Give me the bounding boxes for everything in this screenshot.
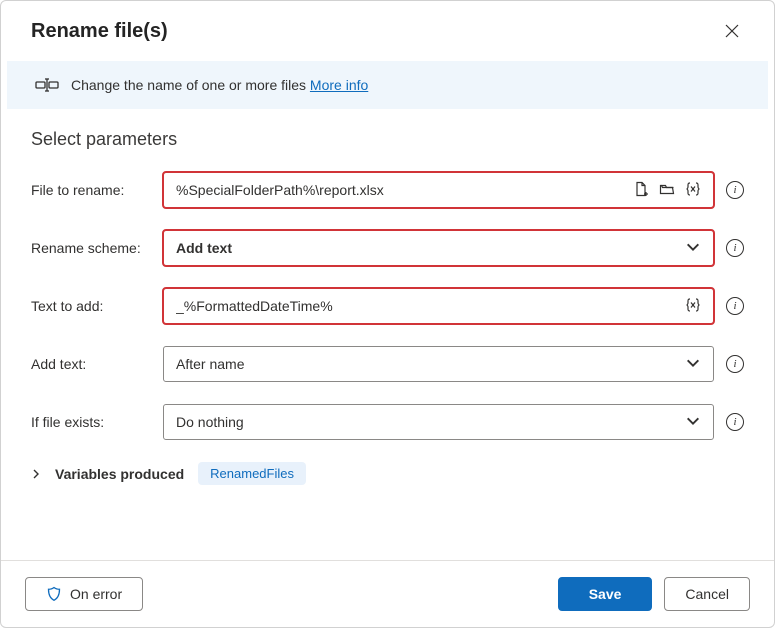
variables-produced-toggle[interactable]: Variables produced RenamedFiles [31,462,744,485]
shield-icon [46,586,62,602]
info-bar: Change the name of one or more files Mor… [7,61,768,109]
file-to-rename-input[interactable]: %SpecialFolderPath%\report.xlsx [163,172,714,208]
dialog-footer: On error Save Cancel [1,560,774,627]
dialog-body: Select parameters File to rename: %Speci… [1,109,774,560]
label-text-to-add: Text to add: [31,298,151,314]
row-add-text-position: Add text: After name i [31,346,744,382]
info-text: Change the name of one or more files Mor… [71,77,368,93]
variable-picker-icon[interactable] [685,297,701,316]
info-icon[interactable]: i [726,239,744,257]
chevron-down-icon [685,239,701,258]
save-button[interactable]: Save [558,577,653,611]
dialog-title: Rename file(s) [31,20,168,43]
label-add-text-position: Add text: [31,356,151,372]
on-error-button[interactable]: On error [25,577,143,611]
chevron-right-icon [31,466,41,482]
rename-icon [35,77,55,93]
if-file-exists-select[interactable]: Do nothing [163,404,714,440]
text-to-add-input[interactable]: _%FormattedDateTime% [163,288,714,324]
label-rename-scheme: Rename scheme: [31,240,151,256]
section-title: Select parameters [31,129,744,150]
chevron-down-icon [685,413,701,432]
rename-scheme-select[interactable]: Add text [163,230,714,266]
info-icon[interactable]: i [726,355,744,373]
browse-folder-icon[interactable] [659,181,675,200]
dialog-header: Rename file(s) [1,1,774,57]
rename-files-dialog: Rename file(s) Change the name of one or… [0,0,775,628]
info-icon[interactable]: i [726,297,744,315]
row-rename-scheme: Rename scheme: Add text i [31,230,744,266]
info-icon[interactable]: i [726,413,744,431]
add-text-position-select[interactable]: After name [163,346,714,382]
variable-chip-renamedfiles[interactable]: RenamedFiles [198,462,306,485]
chevron-down-icon [685,355,701,374]
row-file-to-rename: File to rename: %SpecialFolderPath%\repo… [31,172,744,208]
more-info-link[interactable]: More info [310,77,368,93]
variables-produced-label: Variables produced [55,466,184,482]
label-file-to-rename: File to rename: [31,182,151,198]
variable-picker-icon[interactable] [685,181,701,200]
select-file-icon[interactable] [633,181,649,200]
close-icon[interactable] [720,19,744,43]
row-text-to-add: Text to add: _%FormattedDateTime% i [31,288,744,324]
label-if-file-exists: If file exists: [31,414,151,430]
row-if-file-exists: If file exists: Do nothing i [31,404,744,440]
info-icon[interactable]: i [726,181,744,199]
cancel-button[interactable]: Cancel [664,577,750,611]
